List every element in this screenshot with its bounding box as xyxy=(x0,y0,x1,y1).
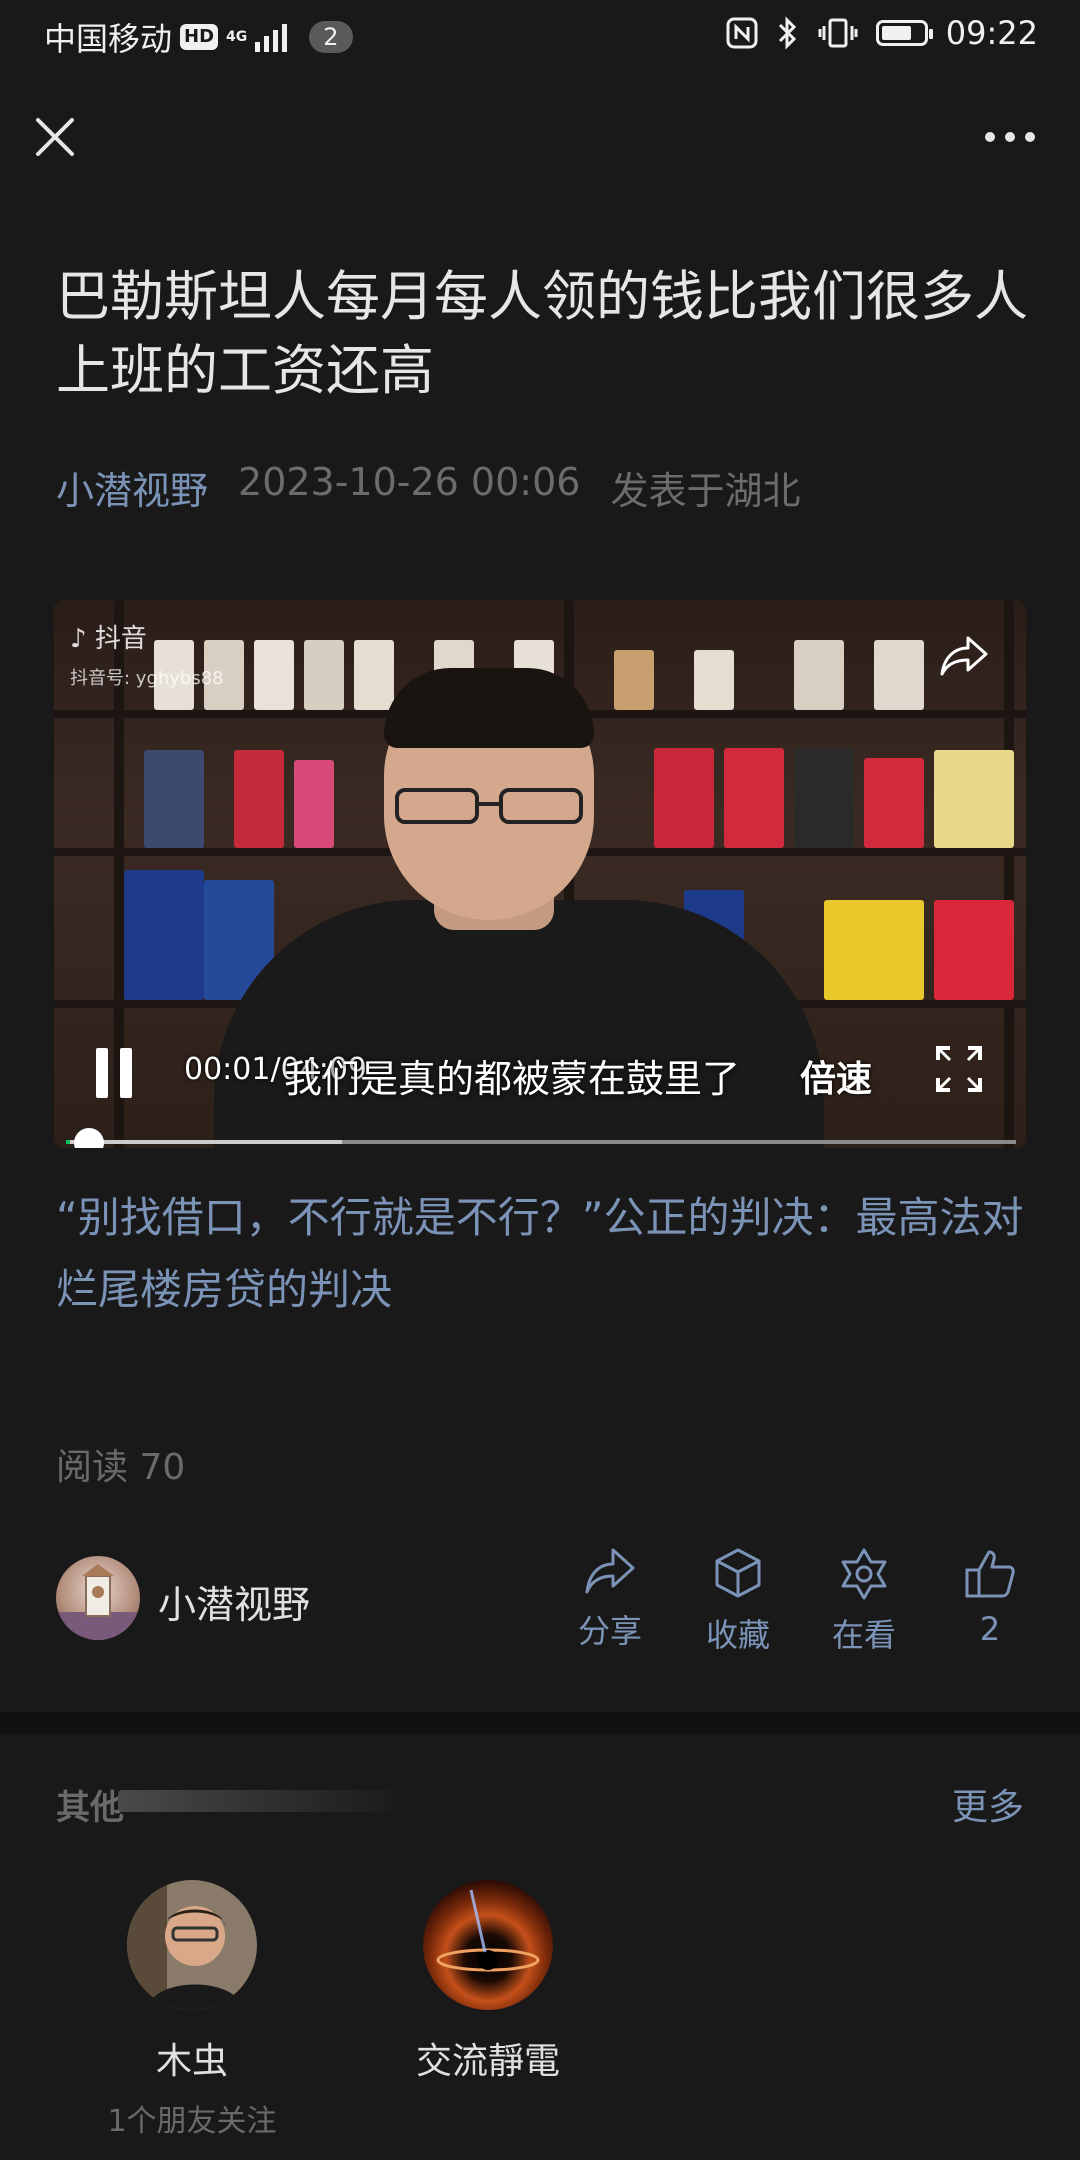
status-left: 中国移动 HD 4G 2 xyxy=(44,14,353,60)
status-bar: 中国移动 HD 4G 2 09:22 xyxy=(0,0,1080,72)
friend-name: 木虫 xyxy=(155,2041,228,2082)
clock: 09:22 xyxy=(945,14,1038,52)
author-avatar-image xyxy=(56,1564,140,1640)
video-player[interactable]: ♪ 抖音 抖音号: yghybs88 00:01/04:09 我们是真的都被蒙在… xyxy=(54,600,1026,1148)
presenter-figure xyxy=(214,900,824,1148)
others-section-label: 其他 xyxy=(56,1788,124,1828)
flower-star-icon xyxy=(841,1548,887,1600)
fullscreen-icon xyxy=(936,1046,982,1092)
video-progress-bar[interactable] xyxy=(66,1140,1016,1144)
share-action[interactable]: 分享 xyxy=(560,1546,660,1652)
friend-avatar-image xyxy=(127,1880,257,2010)
douyin-id-watermark: 抖音号: yghybs88 xyxy=(70,668,224,689)
publish-date: 2023-10-26 00:06 xyxy=(238,460,581,504)
share-label: 分享 xyxy=(577,1612,642,1650)
vibrate-icon xyxy=(818,18,858,48)
nfc-icon xyxy=(726,17,758,49)
status-right: 09:22 xyxy=(726,14,1038,52)
close-button[interactable] xyxy=(30,112,80,162)
friend-card[interactable]: 木虫 1个朋友关注 xyxy=(72,1880,312,2140)
article-author-link[interactable]: 小潜视野 xyxy=(56,460,208,515)
progress-played xyxy=(66,1140,70,1144)
thumbs-up-icon xyxy=(965,1550,1015,1598)
progress-buffered xyxy=(66,1140,342,1144)
cube-icon xyxy=(715,1548,761,1598)
hd-icon: HD xyxy=(180,24,219,50)
black-hole-avatar-image xyxy=(423,1880,553,2010)
related-article-link[interactable]: “别找借口，不行就是不行？”公正的判决：最高法对烂尾楼房贷的判决 xyxy=(56,1182,1036,1326)
carrier-name: 中国移动 xyxy=(44,20,173,58)
friend-avatar[interactable] xyxy=(127,1880,257,2010)
video-subtitle: 我们是真的都被蒙在鼓里了 xyxy=(284,1057,741,1101)
signal-icon xyxy=(255,24,288,52)
friend-avatar[interactable] xyxy=(423,1880,553,2010)
friend-name: 交流靜電 xyxy=(415,2041,560,2082)
more-link[interactable]: 更多 xyxy=(952,1778,1024,1830)
article-title: 巴勒斯坦人每月每人领的钱比我们很多人上班的工资还高 xyxy=(56,265,1028,402)
close-icon xyxy=(36,118,74,156)
friend-mutual-count: 1个朋友关注 xyxy=(107,2104,277,2139)
network-type: 4G xyxy=(226,29,248,45)
read-count: 阅读 70 xyxy=(56,1447,186,1488)
collect-action[interactable]: 收藏 xyxy=(688,1546,788,1656)
others-blurred-text xyxy=(118,1790,408,1812)
like-action[interactable]: 2 xyxy=(940,1546,1040,1648)
watching-label: 在看 xyxy=(831,1616,896,1654)
more-dots-icon xyxy=(985,132,1035,142)
video-share-button[interactable] xyxy=(938,634,990,678)
presenter-glasses xyxy=(395,788,583,824)
author-avatar[interactable] xyxy=(56,1556,140,1640)
bluetooth-icon xyxy=(778,16,796,50)
notification-count-badge: 2 xyxy=(309,21,353,53)
author-name[interactable]: 小潜视野 xyxy=(158,1574,310,1629)
watching-action[interactable]: 在看 xyxy=(814,1546,914,1656)
battery-icon xyxy=(875,20,933,46)
pause-button[interactable] xyxy=(96,1048,142,1098)
share-arrow-icon xyxy=(940,636,988,676)
douyin-watermark: ♪ 抖音 xyxy=(70,624,147,654)
friend-card[interactable]: 交流靜電 xyxy=(368,1880,608,2084)
like-count: 2 xyxy=(979,1610,1001,1648)
publish-location: 发表于湖北 xyxy=(610,469,801,513)
collect-label: 收藏 xyxy=(705,1616,770,1654)
playback-speed-button[interactable]: 倍速 xyxy=(800,1050,872,1102)
battery-level-fill xyxy=(881,26,912,40)
more-options-button[interactable] xyxy=(980,120,1040,154)
share-icon xyxy=(585,1548,635,1594)
section-divider xyxy=(0,1712,1080,1734)
fullscreen-button[interactable] xyxy=(934,1044,984,1094)
douyin-logo-icon: ♪ xyxy=(70,624,87,654)
pause-icon xyxy=(96,1048,108,1098)
article-meta: 小潜视野 2023-10-26 00:06 发表于湖北 xyxy=(56,460,800,515)
